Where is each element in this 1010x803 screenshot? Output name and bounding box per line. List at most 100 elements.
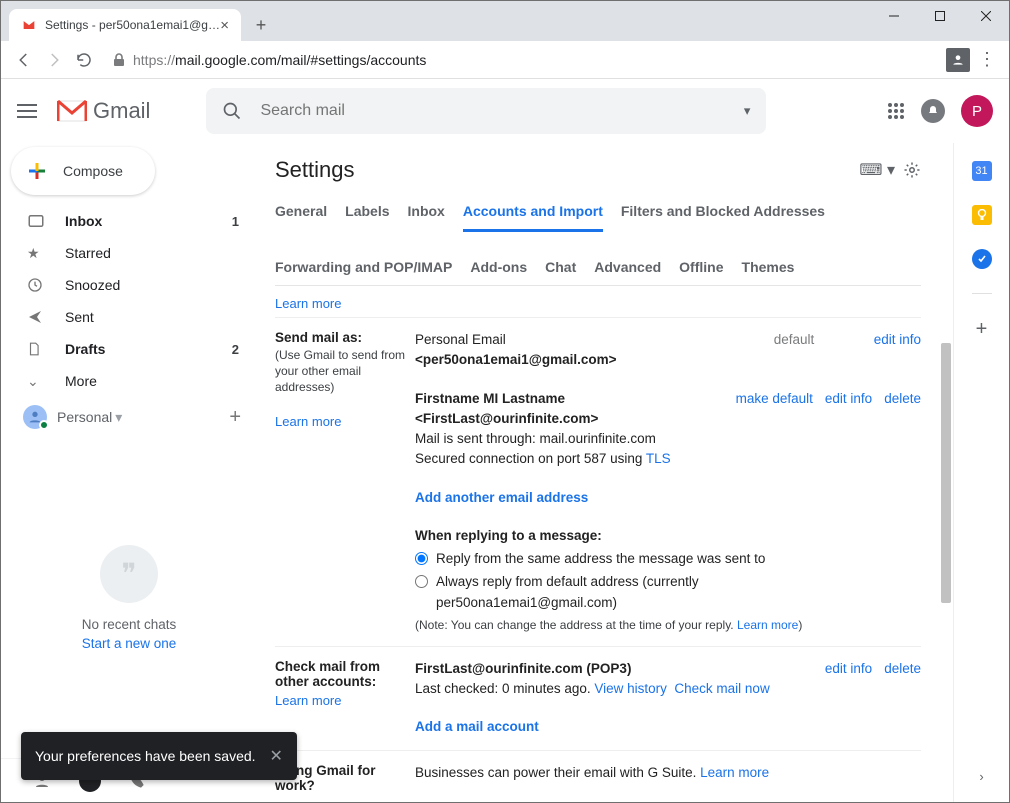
window-close-button[interactable]: [963, 1, 1009, 31]
left-nav: Compose Inbox 1 ★ Starred Snoozed: [1, 143, 257, 802]
add-another-email-link[interactable]: Add another email address: [415, 490, 588, 505]
edit-info-pop-link[interactable]: edit info: [825, 659, 872, 679]
lock-icon: [113, 53, 125, 67]
learn-more-checkmail-link[interactable]: Learn more: [275, 693, 341, 708]
learn-more-top-link[interactable]: Learn more: [275, 296, 341, 311]
notifications-icon[interactable]: [921, 99, 945, 123]
keep-addon-icon[interactable]: [972, 205, 992, 225]
tab-advanced[interactable]: Advanced: [594, 249, 661, 285]
edit-info-primary-link[interactable]: edit info: [874, 330, 921, 350]
main-menu-icon[interactable]: [17, 103, 41, 119]
settings-title: Settings: [275, 157, 355, 183]
tab-themes[interactable]: Themes: [742, 249, 795, 285]
nav-more[interactable]: ⌄ More: [1, 365, 257, 397]
close-tab-icon[interactable]: ×: [220, 17, 229, 34]
compose-button[interactable]: Compose: [11, 147, 155, 195]
profile-chip-icon[interactable]: [943, 45, 973, 75]
reply-default-label: Always reply from default address (curre…: [436, 572, 699, 613]
nav-sent[interactable]: Sent: [1, 301, 257, 333]
section-check-mail: Check mail from other accounts: Learn mo…: [275, 647, 921, 750]
tab-filters[interactable]: Filters and Blocked Addresses: [621, 193, 825, 231]
window-minimize-button[interactable]: [871, 1, 917, 31]
presence-dot-icon: [39, 420, 49, 430]
tab-forwarding[interactable]: Forwarding and POP/IMAP: [275, 249, 452, 285]
address-bar[interactable]: https://mail.google.com/mail/#settings/a…: [107, 46, 935, 74]
gsuite-learn-more-link[interactable]: Learn more: [700, 765, 769, 780]
learn-more-sendas-link[interactable]: Learn more: [275, 414, 341, 429]
nav-starred[interactable]: ★ Starred: [1, 237, 257, 269]
side-panel: 31 + ›: [953, 143, 1009, 802]
draft-icon: [27, 341, 47, 357]
browser-tab[interactable]: Settings - per50ona1emai1@gm... ×: [9, 9, 241, 41]
new-tab-button[interactable]: +: [247, 11, 275, 39]
no-recent-chats-text: No recent chats: [82, 617, 177, 632]
primary-name: Personal Email: [415, 330, 774, 350]
delete-alt-link[interactable]: delete: [884, 389, 921, 409]
tab-title: Settings - per50ona1emai1@gm...: [45, 18, 220, 32]
send-mail-as-sub: (Use Gmail to send from your other email…: [275, 347, 415, 396]
settings-tabs: General Labels Inbox Accounts and Import…: [275, 193, 921, 286]
primary-address: <per50ona1emai1@gmail.com>: [415, 350, 774, 370]
search-options-icon[interactable]: ▾: [744, 103, 751, 119]
settings-gear-icon[interactable]: [903, 161, 921, 179]
input-tools-icon[interactable]: ⌨ ▾: [859, 160, 895, 180]
reply-same-label: Reply from the same address the message …: [436, 549, 765, 569]
check-mail-now-link[interactable]: Check mail now: [674, 681, 769, 696]
gmail-logo-text: Gmail: [93, 98, 150, 124]
sidepanel-collapse-icon[interactable]: ›: [979, 769, 983, 784]
tab-labels[interactable]: Labels: [345, 193, 389, 231]
clock-icon: [27, 277, 47, 293]
nav-back-button[interactable]: [9, 45, 39, 75]
vertical-scrollbar[interactable]: [939, 143, 953, 802]
delete-pop-link[interactable]: delete: [884, 659, 921, 679]
reply-default-radio[interactable]: [415, 575, 428, 588]
tls-link[interactable]: TLS: [646, 451, 671, 466]
tasks-addon-icon[interactable]: [972, 249, 992, 269]
send-icon: [27, 309, 47, 325]
view-history-link[interactable]: View history: [594, 681, 667, 696]
nav-snoozed[interactable]: Snoozed: [1, 269, 257, 301]
search-box[interactable]: ▾: [206, 88, 766, 134]
get-addons-button[interactable]: +: [976, 318, 988, 341]
send-mail-as-title: Send mail as:: [275, 330, 415, 345]
nav-reload-button[interactable]: [69, 45, 99, 75]
calendar-addon-icon[interactable]: 31: [972, 161, 992, 181]
settings-pane: Settings ⌨ ▾ General Labels Inbox Accoun…: [257, 143, 939, 802]
hangouts-panel: ❞ No recent chats Start a new one: [1, 437, 257, 758]
gmail-logo[interactable]: Gmail: [57, 98, 150, 124]
hangouts-account-selector[interactable]: Personal ▾ +: [1, 397, 257, 437]
add-mail-account-link[interactable]: Add a mail account: [415, 719, 539, 734]
alt-address: <FirstLast@ourinfinite.com>: [415, 409, 736, 429]
alt-name: Firstname MI Lastname: [415, 389, 736, 409]
tab-accounts-and-import[interactable]: Accounts and Import: [463, 193, 603, 232]
reply-same-radio[interactable]: [415, 552, 428, 565]
inbox-icon: [27, 212, 47, 230]
tab-general[interactable]: General: [275, 193, 327, 231]
url-text: https://mail.google.com/mail/#settings/a…: [133, 52, 426, 68]
toast-text: Your preferences have been saved.: [35, 748, 256, 764]
tab-offline[interactable]: Offline: [679, 249, 723, 285]
compose-plus-icon: [25, 159, 49, 183]
tab-chat[interactable]: Chat: [545, 249, 576, 285]
nav-inbox[interactable]: Inbox 1: [1, 205, 257, 237]
start-new-chat-link[interactable]: Start a new one: [82, 636, 177, 651]
make-default-link[interactable]: make default: [736, 389, 813, 409]
star-icon: ★: [27, 245, 47, 262]
reply-note-learn-more-link[interactable]: Learn more: [737, 618, 798, 632]
toast-close-button[interactable]: ✕: [270, 746, 283, 766]
window-maximize-button[interactable]: [917, 1, 963, 31]
search-input[interactable]: [260, 102, 743, 120]
chevron-down-icon: ⌄: [27, 373, 47, 390]
tab-addons[interactable]: Add-ons: [470, 249, 527, 285]
search-icon[interactable]: [222, 101, 242, 121]
account-avatar[interactable]: P: [961, 95, 993, 127]
alt-route: Mail is sent through: mail.ourinfinite.c…: [415, 429, 736, 449]
gmail-header: Gmail ▾ P: [1, 79, 1009, 143]
google-apps-icon[interactable]: [887, 102, 905, 120]
dropdown-caret-icon: ▾: [115, 409, 122, 426]
new-conversation-button[interactable]: +: [229, 406, 241, 429]
edit-info-alt-link[interactable]: edit info: [825, 389, 872, 409]
chrome-menu-button[interactable]: ⋮: [973, 49, 1001, 70]
nav-drafts[interactable]: Drafts 2: [1, 333, 257, 365]
tab-inbox[interactable]: Inbox: [408, 193, 445, 231]
